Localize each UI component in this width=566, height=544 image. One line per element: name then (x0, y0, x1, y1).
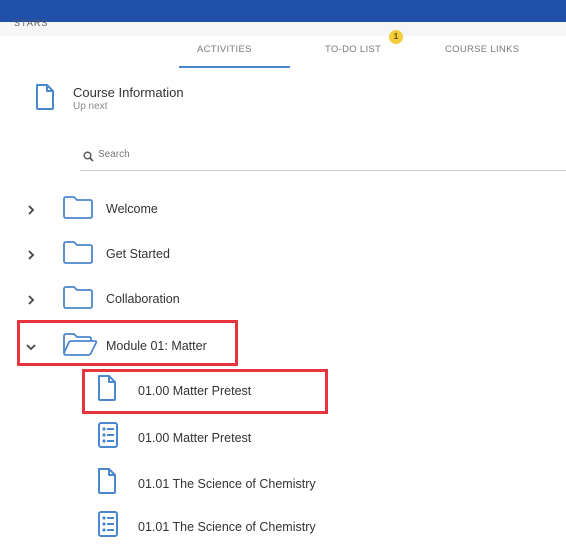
chevron-right-icon[interactable] (27, 250, 35, 260)
folder-row-get-started[interactable]: Get Started (0, 239, 566, 269)
folder-row-welcome[interactable]: Welcome (0, 194, 566, 224)
document-icon (36, 84, 54, 110)
tab-course-links[interactable]: COURSE LINKS (445, 44, 519, 55)
activity-item[interactable]: 01.01 The Science of Chemistry (0, 510, 566, 544)
folder-label: Welcome (106, 202, 158, 216)
highlight-box-pretest (82, 369, 328, 414)
active-tab-indicator (179, 66, 290, 68)
quiz-list-icon (98, 422, 118, 448)
chevron-right-icon[interactable] (27, 205, 35, 215)
highlight-box-module (17, 320, 238, 366)
tab-todo-list[interactable]: TO-DO LIST (325, 44, 381, 55)
folder-label: Collaboration (106, 292, 180, 306)
quiz-list-icon (98, 511, 118, 537)
folder-icon (63, 241, 93, 264)
course-information-item[interactable]: Course Information Up next (35, 83, 335, 119)
chevron-right-icon[interactable] (27, 295, 35, 305)
header-cut-text: STARS (14, 18, 49, 28)
folder-label: Get Started (106, 247, 170, 261)
search-input[interactable] (96, 148, 400, 161)
app-header-bar (0, 0, 566, 22)
activity-label: 01.00 Matter Pretest (138, 431, 252, 445)
search-bar (80, 144, 566, 171)
search-icon (83, 151, 94, 162)
course-information-title: Course Information (73, 85, 184, 100)
tab-activities[interactable]: ACTIVITIES (197, 44, 252, 55)
document-icon (98, 468, 116, 494)
todo-count-badge: 1 (389, 30, 403, 44)
activity-label: 01.01 The Science of Chemistry (138, 520, 316, 534)
course-information-subtitle: Up next (73, 101, 108, 112)
activity-item[interactable]: 01.00 Matter Pretest (0, 421, 566, 455)
header-shadow-strip (0, 22, 566, 36)
activity-label: 01.01 The Science of Chemistry (138, 477, 316, 491)
folder-row-collaboration[interactable]: Collaboration (0, 284, 566, 314)
activity-item[interactable]: 01.01 The Science of Chemistry (0, 467, 566, 501)
folder-icon (63, 286, 93, 309)
tab-bar: ACTIVITIES TO-DO LIST 1 COURSE LINKS (150, 30, 566, 70)
folder-icon (63, 196, 93, 219)
